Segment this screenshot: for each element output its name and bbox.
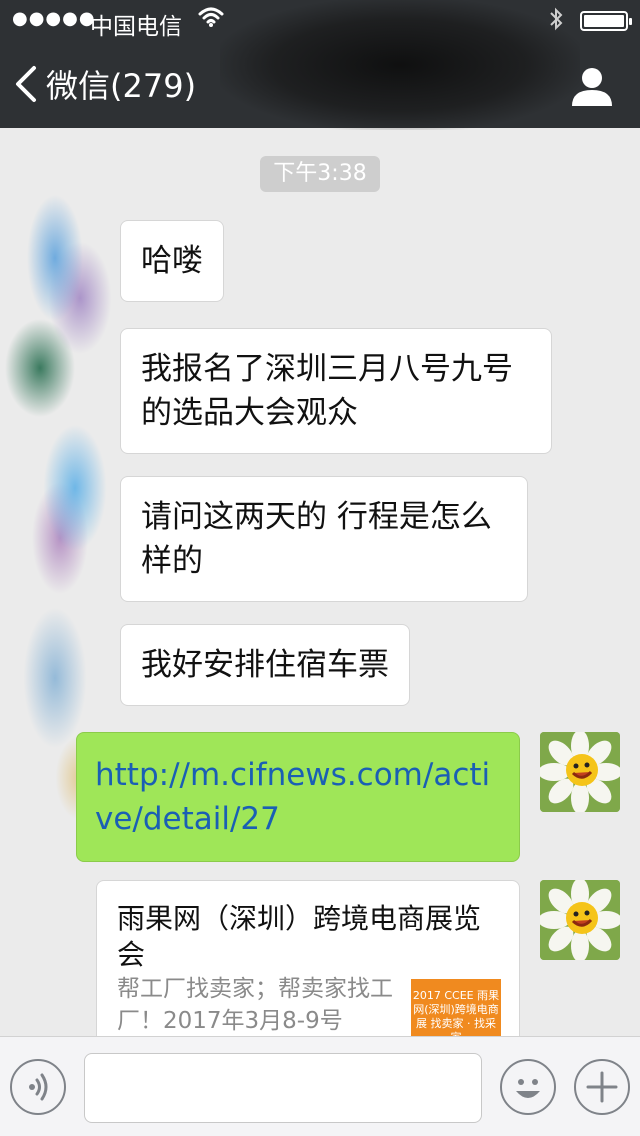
message-text: 哈喽 bbox=[141, 243, 203, 279]
wifi-icon bbox=[198, 4, 224, 36]
message-text: 请问这两天的 行程是怎么样的 bbox=[141, 499, 492, 579]
emoji-icon bbox=[516, 1079, 540, 1098]
navigation-bar: 微信(279) bbox=[0, 40, 640, 128]
carrier-label: 中国电信 bbox=[90, 14, 182, 40]
message-bubble-received[interactable]: 请问这两天的 行程是怎么样的 bbox=[120, 476, 528, 602]
chat-area[interactable]: 下午3:38 哈喽 我报名了深圳三月八号九号的选品大会观众 请问这两天的 行程是… bbox=[0, 128, 640, 1036]
card-description: 帮工厂找卖家；帮卖家找工厂！2017年3月8-9号 bbox=[117, 976, 393, 1034]
battery-icon bbox=[580, 11, 632, 31]
signal-strength-icon: ●●●●● bbox=[12, 8, 96, 29]
message-link[interactable]: http://m.cifnews.com/active/detail/27 bbox=[95, 757, 490, 837]
bluetooth-icon bbox=[548, 6, 564, 38]
voice-button[interactable] bbox=[10, 1059, 66, 1115]
message-bubble-received[interactable]: 我好安排住宿车票 bbox=[120, 624, 410, 706]
nav-title: 微信(279) bbox=[46, 67, 197, 105]
message-text: 我好安排住宿车票 bbox=[141, 647, 389, 683]
chat-info-button[interactable] bbox=[570, 64, 614, 108]
link-card[interactable]: 雨果网（深圳）跨境电商展览会 帮工厂找卖家；帮卖家找工厂！2017年3月8-9号… bbox=[96, 880, 520, 1036]
chevron-left-icon bbox=[16, 66, 36, 102]
person-icon bbox=[572, 68, 612, 106]
back-button[interactable]: 微信(279) bbox=[14, 62, 196, 106]
emoji-button[interactable] bbox=[500, 1059, 556, 1115]
flower-avatar-icon bbox=[540, 880, 620, 960]
message-input[interactable] bbox=[84, 1053, 482, 1123]
flower-avatar-icon bbox=[540, 732, 620, 812]
voice-icon bbox=[29, 1073, 48, 1101]
thumbnail-text: 2017 CCEE 雨果网(深圳)跨境电商展 找卖家 · 找采家 bbox=[412, 989, 500, 1036]
user-avatar[interactable] bbox=[540, 880, 620, 960]
message-timestamp: 下午3:38 bbox=[260, 156, 380, 192]
message-bubble-received[interactable]: 哈喽 bbox=[120, 220, 224, 302]
user-avatar[interactable] bbox=[540, 732, 620, 812]
status-bar: ●●●●● 中国电信 bbox=[0, 0, 640, 40]
card-thumbnail: 2017 CCEE 雨果网(深圳)跨境电商展 找卖家 · 找采家 bbox=[411, 979, 501, 1036]
message-bubble-sent[interactable]: http://m.cifnews.com/active/detail/27 bbox=[76, 732, 520, 862]
card-title: 雨果网（深圳）跨境电商展览会 bbox=[117, 902, 482, 971]
input-bar bbox=[0, 1036, 640, 1136]
message-text: 我报名了深圳三月八号九号的选品大会观众 bbox=[141, 351, 513, 431]
more-button[interactable] bbox=[574, 1059, 630, 1115]
message-bubble-received[interactable]: 我报名了深圳三月八号九号的选品大会观众 bbox=[120, 328, 552, 454]
plus-icon bbox=[586, 1071, 618, 1103]
